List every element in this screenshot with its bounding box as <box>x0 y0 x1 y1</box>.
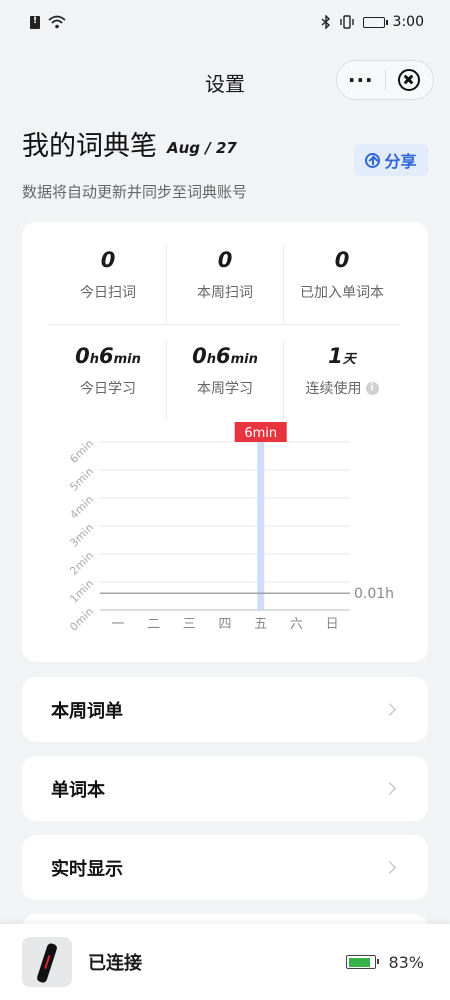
menu-label: 实时显示 <box>51 858 123 880</box>
bar-value-label: 6min <box>244 426 277 441</box>
stat-label: 本周学习 <box>197 381 253 397</box>
stat-value: 0 <box>334 248 350 272</box>
close-button[interactable] <box>386 69 434 91</box>
menu-label: 单词本 <box>51 779 105 801</box>
stat-today-scans: 0 今日扫词 <box>50 244 167 324</box>
x-tick-label: 一 <box>111 617 124 632</box>
stat-label: 今日扫词 <box>80 285 136 301</box>
menu-realtime-display[interactable]: 实时显示 <box>22 835 428 900</box>
dictionary-pen-thumbnail <box>22 937 72 987</box>
x-tick-label: 二 <box>147 617 160 632</box>
stat-value: 0 <box>100 248 116 272</box>
y-tick-label: 1min <box>67 577 96 606</box>
y-tick-label: 2min <box>67 549 96 578</box>
stat-value: 0 <box>217 248 233 272</box>
info-icon[interactable]: i <box>365 381 379 395</box>
share-label: 分享 <box>384 152 417 171</box>
stat-label: 连续使用 <box>305 381 362 397</box>
connection-status: 已连接 <box>88 953 142 974</box>
x-tick-label: 日 <box>326 617 339 632</box>
vibrate-icon <box>339 15 354 29</box>
x-tick-label: 六 <box>290 617 303 632</box>
stat-value: 0h6min <box>192 344 258 368</box>
y-tick-label: 3min <box>67 521 96 550</box>
close-circle-icon <box>398 69 421 91</box>
x-tick-label: 四 <box>218 617 231 632</box>
nav-bar: 设置 ··· <box>0 58 450 102</box>
device-battery-percent: 83% <box>388 952 424 972</box>
stat-week-study: 0h6min 本周学习 <box>167 340 284 420</box>
reference-line-label: 0.01h <box>354 586 394 602</box>
share-up-icon <box>365 152 381 168</box>
chevron-right-icon <box>383 703 396 716</box>
status-time: 3:00 <box>392 14 424 30</box>
header: 我的词典笔 Aug / 27 数据将自动更新并同步至词典账号 分享 <box>22 124 428 202</box>
sync-subtitle: 数据将自动更新并同步至词典账号 <box>22 183 248 201</box>
bar <box>257 442 265 610</box>
stat-label: 今日学习 <box>80 381 136 397</box>
y-tick-label: 6min <box>67 437 96 466</box>
bluetooth-icon <box>321 15 330 29</box>
stat-streak: 1天 连续使用 i <box>284 340 400 420</box>
stats-row-scans: 0 今日扫词 0 本周扫词 0 已加入单词本 <box>50 244 400 324</box>
date-label: Aug / 27 <box>167 139 237 157</box>
menu-wordbook[interactable]: 单词本 <box>22 756 428 821</box>
stat-today-study: 0h6min 今日学习 <box>50 340 167 420</box>
stats-card: 0 今日扫词 0 本周扫词 0 已加入单词本 0h6min 今日学习 0h6mi… <box>22 222 428 662</box>
x-tick-label: 三 <box>183 617 196 632</box>
wifi-icon <box>48 15 66 29</box>
chevron-right-icon <box>383 861 396 874</box>
device-battery-fill <box>348 957 370 967</box>
stat-wordbook-added: 0 已加入单词本 <box>284 244 400 324</box>
sim-alert-icon <box>30 15 40 29</box>
stats-divider <box>50 324 400 325</box>
more-button[interactable]: ··· <box>337 63 385 97</box>
device-status-bar: 已连接 83% <box>0 924 450 1000</box>
share-button[interactable]: 分享 <box>354 144 428 176</box>
stats-row-study: 0h6min 今日学习 0h6min 本周学习 1天 连续使用 i <box>50 340 400 420</box>
stat-week-scans: 0 本周扫词 <box>167 244 284 324</box>
stat-value: 0h6min <box>75 344 141 368</box>
menu-weekly-wordlist[interactable]: 本周词单 <box>22 677 428 742</box>
y-tick-label: 5min <box>67 465 96 494</box>
chevron-right-icon <box>383 782 396 795</box>
status-bar: 3:00 <box>0 0 450 44</box>
stat-label: 已加入单词本 <box>300 285 384 301</box>
weekly-study-chart: 0min1min2min3min4min5min6min一二三四6min五六日0… <box>67 422 394 634</box>
pen-icon <box>36 942 58 984</box>
page-title: 我的词典笔 <box>22 131 157 162</box>
mini-program-capsule: ··· <box>336 60 434 100</box>
y-tick-label: 0min <box>67 605 96 634</box>
device-battery-icon <box>346 955 380 969</box>
stat-value: 1天 <box>328 344 356 368</box>
x-tick-label: 五 <box>254 617 267 632</box>
stat-label: 本周扫词 <box>197 285 253 301</box>
menu-label: 本周词单 <box>51 700 123 722</box>
y-tick-label: 4min <box>67 493 96 522</box>
battery-icon <box>362 16 388 28</box>
